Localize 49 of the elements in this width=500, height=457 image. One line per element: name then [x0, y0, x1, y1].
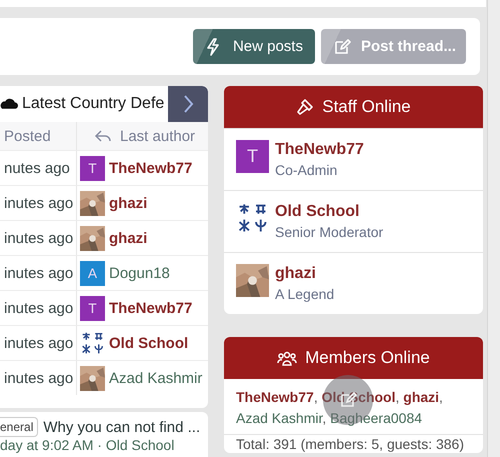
column-header: Posted: [3, 128, 52, 144]
member-link[interactable]: Bagheera0084: [330, 410, 422, 426]
edit-icon: [332, 38, 351, 56]
reply-icon: [94, 128, 112, 144]
card-header: Members Online: [224, 337, 483, 379]
member-role: Senior Moderator: [275, 223, 384, 241]
posted-time: inutes ago: [3, 194, 74, 212]
author-link[interactable]: TheNewb77: [109, 160, 192, 176]
separator-comma: ,: [395, 389, 400, 405]
cloud-icon: [0, 96, 18, 112]
posted-time: inutes ago: [3, 230, 74, 246]
member-link[interactable]: ghazi: [403, 389, 440, 405]
member-name[interactable]: Old School: [275, 202, 384, 221]
separator-comma: ,: [314, 389, 318, 405]
thread-title[interactable]: Why you can not find ...: [43, 418, 200, 436]
author-link[interactable]: Dogun18: [109, 264, 170, 282]
gavel-icon: [296, 98, 314, 116]
next-button[interactable]: [168, 86, 208, 122]
posted-time: nutes ago: [3, 160, 71, 176]
emblem-icon: [80, 330, 105, 356]
posted-time: inutes ago: [3, 334, 74, 352]
members-icon: [277, 350, 298, 366]
thread-meta: day at 9:02 AM · Old School: [0, 437, 176, 453]
member-name[interactable]: ghazi: [275, 264, 334, 283]
avatar[interactable]: T: [236, 140, 269, 173]
toolbar-button[interactable]: New posts: [192, 29, 315, 64]
member-name[interactable]: TheNewb77: [275, 140, 364, 159]
column-header: Last author: [119, 128, 196, 144]
avatar[interactable]: T: [80, 296, 105, 320]
member-role: Co-Admin: [275, 161, 338, 179]
chevron-right-icon: [182, 94, 194, 114]
posted-time: inutes ago: [3, 370, 74, 386]
member-role: A Legend: [275, 285, 334, 303]
member-link[interactable]: TheNewb77: [236, 389, 314, 405]
online-total: Total: 391 (members: 5, guests: 386): [235, 435, 465, 453]
author-link[interactable]: Old School: [109, 334, 188, 352]
posted-time: inutes ago: [3, 264, 74, 282]
avatar[interactable]: T: [80, 156, 105, 180]
widget-title: Latest Country Defe: [22, 95, 164, 113]
member-link[interactable]: Azad Kashmir: [236, 410, 322, 426]
posted-time: inutes ago: [3, 300, 74, 316]
category-tag[interactable]: eneral: [0, 417, 38, 437]
card-header: Staff Online: [224, 86, 483, 128]
author-link[interactable]: Azad Kashmir: [109, 370, 202, 386]
separator-comma: ,: [322, 410, 326, 426]
author-link[interactable]: ghazi: [109, 194, 148, 212]
author-link[interactable]: ghazi: [109, 230, 148, 246]
author-link[interactable]: TheNewb77: [109, 300, 192, 316]
separator-comma: ,: [439, 389, 443, 405]
